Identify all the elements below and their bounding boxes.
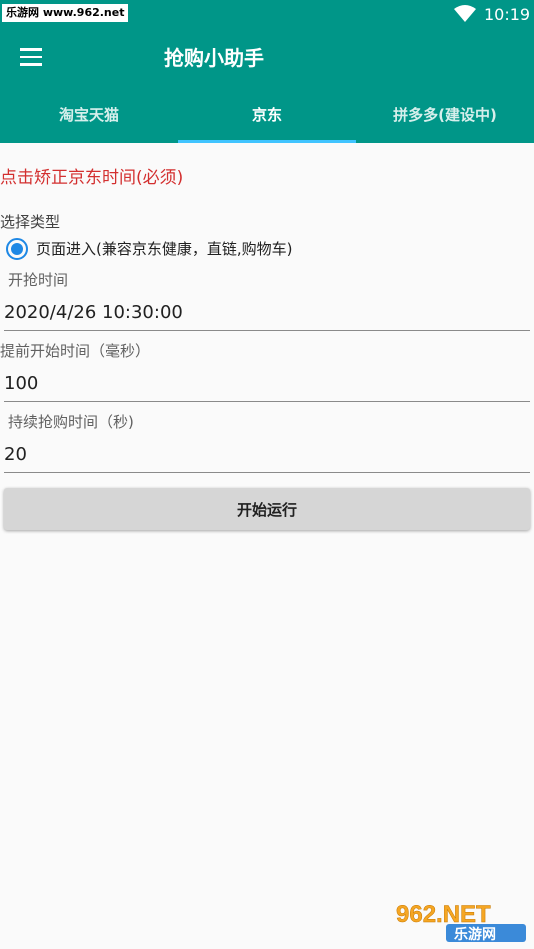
app-bar: 乐游网 www.962.net 10:19 抢购小助手 淘宝天猫 京东 拼多多(… [0,0,534,143]
type-option-label: 页面进入(兼容京东健康，直链,购物车) [36,240,293,258]
advance-time-label: 提前开始时间（毫秒） [0,342,151,360]
type-option-page-entry[interactable]: 页面进入(兼容京东健康，直链,购物车) [6,238,292,260]
tab-pinduoduo[interactable]: 拼多多(建设中) [356,90,534,143]
logo-text-bottom: 乐游网 [454,926,496,943]
advance-time-input[interactable] [4,366,530,402]
tab-jd[interactable]: 京东 [178,90,356,143]
calibrate-jd-time-link[interactable]: 点击矫正京东时间(必须) [0,166,183,190]
tab-bar: 淘宝天猫 京东 拼多多(建设中) [0,90,534,143]
logo-text-top: 962.NET [396,901,491,928]
duration-input[interactable] [4,437,530,473]
toolbar: 抢购小助手 [0,30,534,86]
start-time-input[interactable] [4,295,530,331]
status-clock: 10:19 [484,5,531,24]
duration-label: 持续抢购时间（秒) [8,413,134,431]
type-section-label: 选择类型 [0,213,61,231]
tab-taobao-tmall[interactable]: 淘宝天猫 [0,90,178,143]
site-logo-watermark: 962.NET 乐游网 [396,901,526,943]
wifi-icon [454,5,476,22]
radio-selected-icon[interactable] [6,238,28,260]
start-run-button[interactable]: 开始运行 [4,488,530,530]
start-time-label: 开抢时间 [8,271,69,289]
app-title: 抢购小助手 [164,46,264,70]
watermark-tag: 乐游网 www.962.net [2,4,129,22]
menu-icon[interactable] [20,48,42,66]
status-bar: 乐游网 www.962.net 10:19 [0,0,534,30]
